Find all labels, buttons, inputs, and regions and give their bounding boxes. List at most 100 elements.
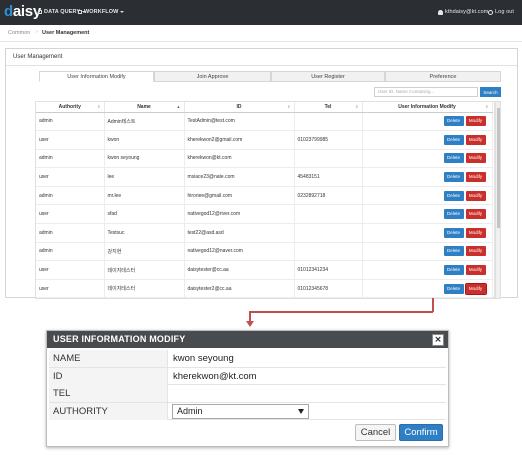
- authority-select[interactable]: Admin: [172, 403, 309, 419]
- modify-button[interactable]: Modify: [465, 265, 486, 276]
- delete-button[interactable]: Delete: [443, 246, 464, 257]
- nav-workflow[interactable]: WORKFLOW: [78, 9, 125, 15]
- tab-preference[interactable]: Preference: [385, 71, 501, 82]
- tab-user-information-modify[interactable]: User Information Modify: [39, 71, 154, 82]
- table-row: admin Admin테스트 TestAdmin@test.com Delete…: [36, 112, 493, 132]
- modify-button[interactable]: Modify: [465, 190, 486, 201]
- delete-button[interactable]: Delete: [443, 283, 464, 294]
- close-icon[interactable]: ×: [432, 334, 444, 346]
- cell-tel: 01012341234: [294, 260, 363, 280]
- cell-tel: 45483151: [294, 167, 363, 187]
- modify-button[interactable]: Modify: [465, 209, 486, 220]
- table-row: user 데이지테스터 daisytester2@cc.aa 010123456…: [36, 279, 493, 298]
- field-label-name: NAME: [49, 350, 168, 367]
- chevron-down-icon: [298, 408, 304, 414]
- grid-icon: [78, 10, 82, 14]
- delete-button[interactable]: Delete: [443, 209, 464, 220]
- tab-join-approve[interactable]: Join Approve: [154, 71, 271, 82]
- modify-button[interactable]: Modify: [465, 227, 486, 238]
- delete-button[interactable]: Delete: [443, 134, 464, 145]
- modify-button[interactable]: Modify: [465, 172, 486, 183]
- logout-button[interactable]: Log out: [488, 9, 514, 15]
- delete-button[interactable]: Delete: [443, 190, 464, 201]
- modify-button[interactable]: Modify: [465, 153, 486, 164]
- user-information-modify-dialog: USER INFORMATION MODIFY × NAME kwon seyo…: [46, 330, 449, 447]
- sort-icon: ⇕: [355, 104, 359, 109]
- cell-id: hiroriee@gmail.com: [184, 186, 295, 206]
- modify-button[interactable]: Modify: [465, 116, 486, 127]
- breadcrumb-current: User Management: [42, 30, 90, 36]
- cell-id: daisytester@cc.aa: [184, 260, 295, 280]
- cell-authority: user: [36, 279, 105, 298]
- dialog-header: USER INFORMATION MODIFY ×: [47, 331, 448, 348]
- cell-actions: Delete Modify: [362, 204, 493, 225]
- table-row: admin Testsuc test22@asd.asd Delete Modif…: [36, 223, 493, 243]
- search-input[interactable]: User ID, Name Containing...: [374, 87, 478, 97]
- modify-button[interactable]: Modify: [465, 134, 486, 145]
- delete-button[interactable]: Delete: [443, 227, 464, 238]
- table-row: user sfad nativegod12@river.com Delete Mo…: [36, 204, 493, 225]
- sort-ascending-icon: ▲: [176, 104, 181, 109]
- cell-actions: Delete Modify: [362, 149, 493, 169]
- delete-button[interactable]: Delete: [443, 265, 464, 276]
- field-label-tel: TEL: [49, 385, 168, 402]
- cell-id: msiace23@nate.com: [184, 167, 295, 187]
- cell-actions: Delete Modify: [362, 130, 493, 150]
- search-button[interactable]: Search: [480, 87, 501, 97]
- breadcrumb: Common › User Management: [0, 25, 522, 42]
- cancel-button[interactable]: Cancel: [355, 424, 396, 441]
- column-header-tel[interactable]: Tel ⇕: [294, 102, 363, 113]
- callout-arrow-head: [246, 321, 254, 327]
- daisy-logo[interactable]: daisy: [4, 3, 41, 20]
- user-icon: [438, 9, 443, 15]
- delete-button[interactable]: Delete: [443, 116, 464, 127]
- table-scrollbar[interactable]: [495, 101, 501, 299]
- modify-button-highlighted[interactable]: Modify: [464, 282, 487, 295]
- delete-button[interactable]: Delete: [443, 172, 464, 183]
- cell-id: nativegod12@river.com: [184, 204, 295, 225]
- cell-name: 데이지테스터: [104, 260, 185, 280]
- cell-tel: [294, 242, 363, 262]
- cell-id: test22@asd.asd: [184, 223, 295, 243]
- cell-actions: Delete Modify: [362, 167, 493, 187]
- tab-user-register[interactable]: User Register: [271, 71, 385, 82]
- dialog-row-id: ID kherekwon@kt.com: [49, 367, 446, 385]
- cell-tel: [294, 204, 363, 225]
- caret-down-icon: [120, 11, 125, 13]
- cell-authority: user: [36, 130, 105, 150]
- cell-tel: [294, 112, 363, 132]
- nav-workflow-label: WORKFLOW: [84, 9, 119, 15]
- divider: [6, 65, 517, 66]
- cell-authority: user: [36, 204, 105, 225]
- column-header-name[interactable]: Name ▲: [104, 102, 185, 113]
- confirm-button[interactable]: Confirm: [399, 424, 443, 441]
- cell-name: kwon seyoung: [104, 149, 185, 169]
- table-row: admin mr.lee hiroriee@gmail.com 02328927…: [36, 186, 493, 206]
- field-label-id: ID: [49, 367, 168, 385]
- cell-name: Admin테스트: [104, 112, 185, 132]
- table-row: admin 강지현 nativegod12@naver.com Delete Mo…: [36, 242, 493, 262]
- column-header-id[interactable]: ID ⇕: [184, 102, 295, 113]
- cell-id: kherekwon2@gmail.com: [184, 130, 295, 150]
- scrollbar-thumb[interactable]: [497, 108, 500, 228]
- cell-id: kherekwon@kt.com: [184, 149, 295, 169]
- breadcrumb-common[interactable]: Common: [8, 30, 30, 36]
- panel-title: User Management: [13, 54, 63, 60]
- cell-tel: [294, 149, 363, 169]
- cell-authority: admin: [36, 242, 105, 262]
- user-table: Authority ⇕ Name ▲ ID ⇕ Tel ⇕ User Informati…: [35, 101, 495, 299]
- top-navbar: daisy DATA QUERY WORKFLOW kthdaisy@kt.co…: [0, 0, 522, 25]
- column-header-modify[interactable]: User Information Modify ⇕: [362, 102, 493, 113]
- user-menu[interactable]: kthdaisy@kt.com: [438, 9, 488, 15]
- search-row: User ID, Name Containing... Search: [6, 87, 517, 98]
- modify-button[interactable]: Modify: [465, 246, 486, 257]
- table-row: admin kwon seyoung kherekwon@kt.com Dele…: [36, 149, 493, 169]
- column-header-authority[interactable]: Authority ⇕: [36, 102, 105, 113]
- cell-actions: Delete Modify: [362, 279, 493, 298]
- cell-actions: Delete Modify: [362, 242, 493, 262]
- dialog-row-tel: TEL: [49, 385, 446, 403]
- delete-button[interactable]: Delete: [443, 153, 464, 164]
- cell-actions: Delete Modify: [362, 112, 493, 132]
- logout-label: Log out: [495, 9, 515, 15]
- dialog-title: USER INFORMATION MODIFY: [53, 334, 186, 344]
